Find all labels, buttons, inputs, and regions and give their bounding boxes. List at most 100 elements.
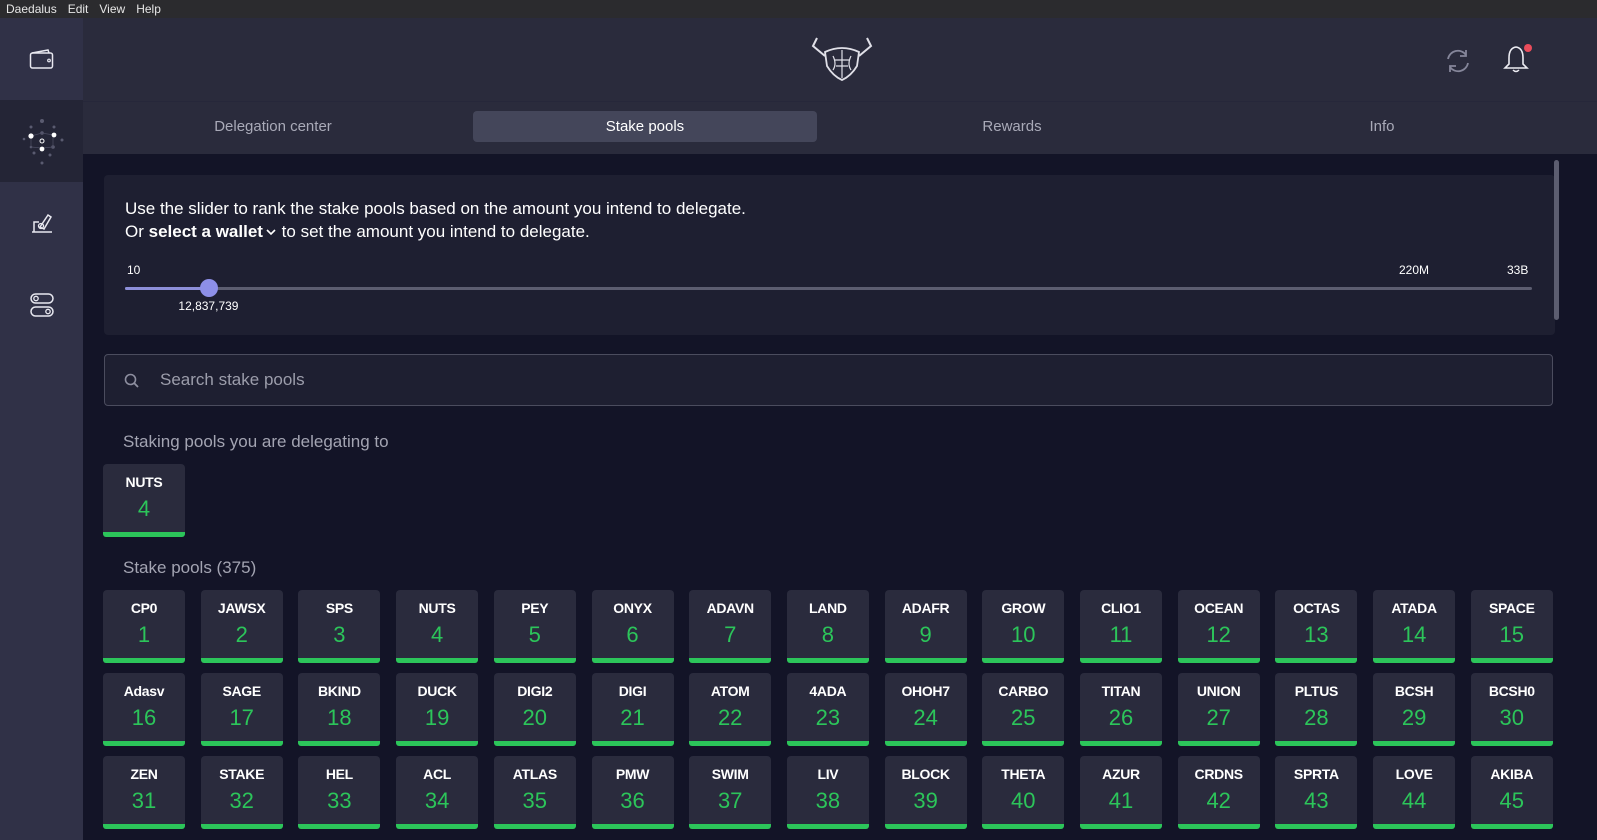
- pool-rank-bar: [396, 824, 479, 829]
- pool-rank: 38: [815, 788, 841, 813]
- stake-pool-tile[interactable]: ZEN 31: [103, 756, 185, 829]
- pool-ticker: ATLAS: [512, 766, 557, 782]
- stake-pool-tile[interactable]: ONYX 6: [591, 590, 674, 663]
- stake-pool-tile[interactable]: CLIO1 11: [1080, 590, 1162, 663]
- stake-pool-tile[interactable]: THETA 40: [982, 756, 1065, 829]
- stake-pool-tile[interactable]: STAKE 32: [200, 756, 283, 829]
- line2-prefix: Or: [125, 222, 149, 241]
- pool-rank-bar: [1275, 741, 1358, 746]
- stake-pool-tile[interactable]: SPACE 15: [1470, 590, 1553, 663]
- pool-ticker: CRDNS: [1194, 766, 1244, 782]
- stake-pool-tile[interactable]: LIV 38: [786, 756, 869, 829]
- stake-pool-tile[interactable]: LOVE 44: [1373, 756, 1456, 829]
- stake-pool-tile[interactable]: ATOM 22: [689, 673, 772, 746]
- stake-pool-tile[interactable]: PEY 5: [493, 590, 576, 663]
- pool-rank: 24: [913, 705, 938, 730]
- stake-pool-tile[interactable]: BLOCK 39: [884, 756, 967, 829]
- pool-rank: 44: [1401, 788, 1427, 813]
- pool-rank-bar: [884, 658, 967, 663]
- stake-pool-tile[interactable]: LAND 8: [786, 590, 869, 663]
- sidebar-item-voting[interactable]: [0, 182, 83, 264]
- pool-rank-bar: [200, 824, 283, 829]
- stake-pool-tile[interactable]: NUTS 4: [103, 464, 185, 537]
- stake-pool-tile[interactable]: ATLAS 35: [493, 756, 576, 829]
- stake-pool-tile[interactable]: HEL 33: [298, 756, 381, 829]
- pool-rank: 17: [229, 705, 254, 730]
- sync-icon[interactable]: [1443, 46, 1473, 76]
- pool-rank-bar: [493, 741, 576, 746]
- stake-pool-tile[interactable]: OHOH7 24: [884, 673, 967, 746]
- search-input[interactable]: [160, 355, 1540, 405]
- menu-view[interactable]: View: [99, 2, 125, 16]
- stake-pool-tile[interactable]: BCSH0 30: [1470, 673, 1553, 746]
- slider-mid-label: 220M: [1399, 263, 1430, 277]
- menu-edit[interactable]: Edit: [68, 2, 89, 16]
- stake-pool-tile[interactable]: ADAVN 7: [689, 590, 772, 663]
- stake-pool-tile[interactable]: SPRTA 43: [1275, 756, 1358, 829]
- pool-rank-bar: [689, 741, 772, 746]
- stake-pool-tile[interactable]: SWIM 37: [689, 756, 772, 829]
- sidebar-item-staking[interactable]: [0, 100, 83, 182]
- stake-pool-tile[interactable]: CARBO 25: [982, 673, 1065, 746]
- tab-stake-pools[interactable]: Stake pools: [473, 111, 817, 142]
- pool-rank-bar: [298, 658, 381, 663]
- stake-pool-tile[interactable]: ATADA 14: [1373, 590, 1456, 663]
- pool-ticker: AZUR: [1102, 766, 1140, 782]
- stake-pool-tile[interactable]: CRDNS 42: [1177, 756, 1260, 829]
- tab-info[interactable]: Info: [1210, 111, 1554, 142]
- stake-pool-tile[interactable]: SPS 3: [298, 590, 381, 663]
- stake-pool-tile[interactable]: BCSH 29: [1373, 673, 1456, 746]
- pool-ticker: DUCK: [417, 683, 457, 699]
- menu-daedalus[interactable]: Daedalus: [6, 2, 57, 16]
- pool-ticker: LAND: [809, 600, 847, 616]
- pool-rank: 8: [821, 622, 835, 647]
- stake-pool-tile[interactable]: OCTAS 13: [1275, 590, 1358, 663]
- slider-instructions: Use the slider to rank the stake pools b…: [125, 197, 746, 243]
- stake-pool-tile[interactable]: DIGI 21: [591, 673, 674, 746]
- sidebar-item-wallets[interactable]: [0, 18, 83, 100]
- pool-rank: 28: [1304, 705, 1329, 730]
- pool-ticker: CARBO: [998, 683, 1049, 699]
- pool-rank-bar: [591, 741, 674, 746]
- pool-ticker: JAWSX: [217, 600, 266, 616]
- stake-pool-tile[interactable]: BKIND 18: [298, 673, 381, 746]
- content-scrollbar[interactable]: [1554, 160, 1559, 320]
- stake-pool-tile[interactable]: JAWSX 2: [200, 590, 283, 663]
- stake-pool-tile[interactable]: 4ADA 23: [786, 673, 869, 746]
- pool-rank-bar: [1080, 658, 1162, 663]
- stake-pool-tile[interactable]: AZUR 41: [1080, 756, 1162, 829]
- pool-rank-bar: [689, 824, 772, 829]
- stake-pool-tile[interactable]: AKIBA 45: [1470, 756, 1553, 829]
- slider-thumb[interactable]: [200, 279, 219, 297]
- stake-pool-tile[interactable]: OCEAN 12: [1177, 590, 1260, 663]
- pool-rank: 22: [717, 705, 743, 730]
- pool-rank-bar: [982, 824, 1065, 829]
- stake-pool-tile[interactable]: SAGE 17: [200, 673, 283, 746]
- stake-pool-tile[interactable]: NUTS 4: [396, 590, 479, 663]
- stake-pool-tile[interactable]: DUCK 19: [396, 673, 479, 746]
- stake-pool-tile[interactable]: ADAFR 9: [884, 590, 967, 663]
- stake-pool-tile[interactable]: TITAN 26: [1080, 673, 1162, 746]
- stake-pool-tile[interactable]: ACL 34: [396, 756, 479, 829]
- stake-pool-tile[interactable]: Adasv 16: [103, 673, 185, 746]
- stake-pool-tile[interactable]: PLTUS 28: [1275, 673, 1358, 746]
- pool-ticker: SAGE: [222, 683, 261, 699]
- sidebar-item-settings[interactable]: [0, 264, 83, 346]
- slider-track[interactable]: [125, 287, 1532, 290]
- menu-help[interactable]: Help: [136, 2, 161, 16]
- pool-rank: 36: [620, 788, 645, 813]
- stake-pool-tile[interactable]: DIGI2 20: [493, 673, 576, 746]
- stake-pool-tile[interactable]: GROW 10: [982, 590, 1065, 663]
- search-icon: [124, 373, 139, 388]
- tab-delegation-center[interactable]: Delegation center: [101, 111, 445, 142]
- pool-ticker: OCEAN: [1194, 600, 1244, 616]
- pool-rank-bar: [1373, 658, 1456, 663]
- tab-rewards[interactable]: Rewards: [840, 111, 1184, 142]
- stake-pool-tile[interactable]: UNION 27: [1177, 673, 1260, 746]
- stake-pool-tile[interactable]: PMW 36: [591, 756, 674, 829]
- select-wallet-link[interactable]: select a wallet: [149, 222, 277, 241]
- pool-ticker: LIV: [817, 766, 839, 782]
- stake-pool-tile[interactable]: CP0 1: [103, 590, 185, 663]
- pool-rank-bar: [1080, 741, 1162, 746]
- pool-rank: 19: [424, 705, 450, 730]
